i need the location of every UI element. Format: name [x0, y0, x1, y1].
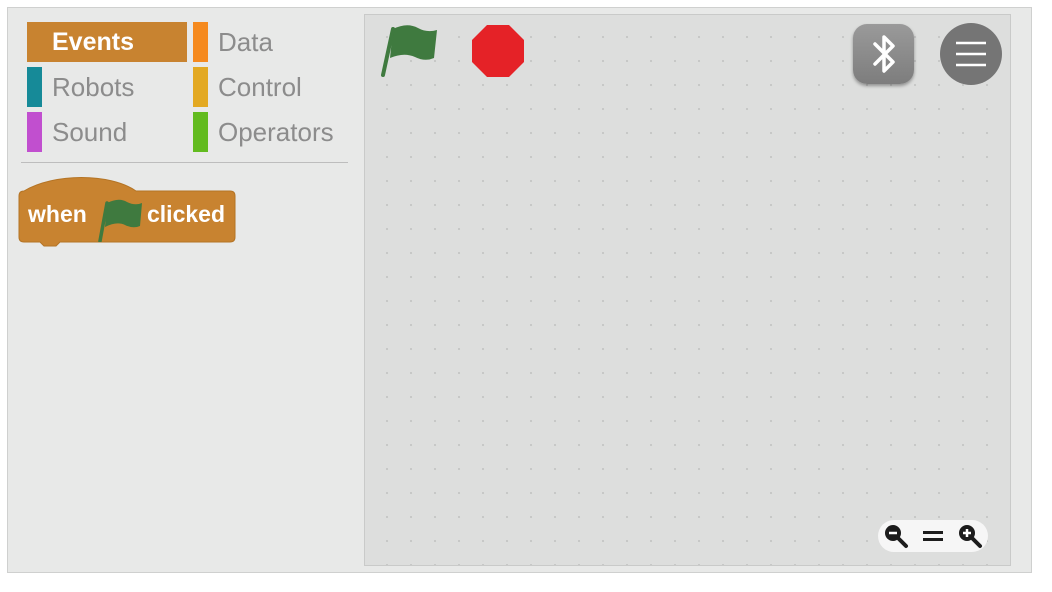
category-data-swatch	[193, 22, 208, 62]
category-robots-swatch	[27, 67, 42, 107]
category-robots-label: Robots	[52, 72, 135, 102]
scripting-area[interactable]	[364, 14, 1011, 566]
category-data[interactable]: Data	[193, 22, 273, 62]
category-sound-label: Sound	[52, 117, 128, 147]
block-word-when: when	[28, 201, 87, 227]
category-robots[interactable]: Robots	[27, 67, 134, 107]
zoom-reset-button[interactable]	[918, 521, 948, 551]
category-sound[interactable]: Sound	[27, 112, 127, 152]
category-events[interactable]: Events	[27, 22, 187, 62]
bluetooth-icon	[872, 35, 895, 73]
app-window: Events Data Robots Control Sound Operato…	[7, 7, 1032, 573]
hamburger-menu-icon	[956, 41, 986, 67]
stop-sign-icon	[472, 25, 524, 77]
green-flag-icon	[98, 199, 142, 242]
zoom-in-icon	[958, 525, 982, 548]
category-operators[interactable]: Operators	[193, 112, 334, 152]
zoom-in-button[interactable]	[955, 521, 985, 551]
category-control-label: Control	[218, 72, 302, 102]
when-flag-clicked-block[interactable]: when clicked	[18, 176, 238, 248]
block-palette: Events Data Robots Control Sound Operato…	[8, 8, 363, 572]
category-operators-label: Operators	[218, 117, 334, 147]
category-operators-swatch	[193, 112, 208, 152]
category-data-label: Data	[218, 27, 273, 57]
zoom-controls	[878, 520, 988, 552]
palette-divider	[21, 162, 348, 163]
block-word-clicked: clicked	[147, 201, 225, 227]
category-events-label: Events	[52, 28, 134, 56]
zoom-out-button[interactable]	[881, 521, 911, 551]
category-sound-swatch	[27, 112, 42, 152]
category-control-swatch	[193, 67, 208, 107]
run-flag-button[interactable]	[381, 22, 439, 83]
green-flag-icon	[381, 25, 437, 77]
menu-button[interactable]	[940, 23, 1002, 85]
bluetooth-button[interactable]	[853, 24, 914, 84]
stop-button[interactable]	[471, 24, 525, 83]
zoom-out-icon	[885, 525, 909, 548]
category-control[interactable]: Control	[193, 67, 302, 107]
equals-icon	[922, 531, 943, 541]
